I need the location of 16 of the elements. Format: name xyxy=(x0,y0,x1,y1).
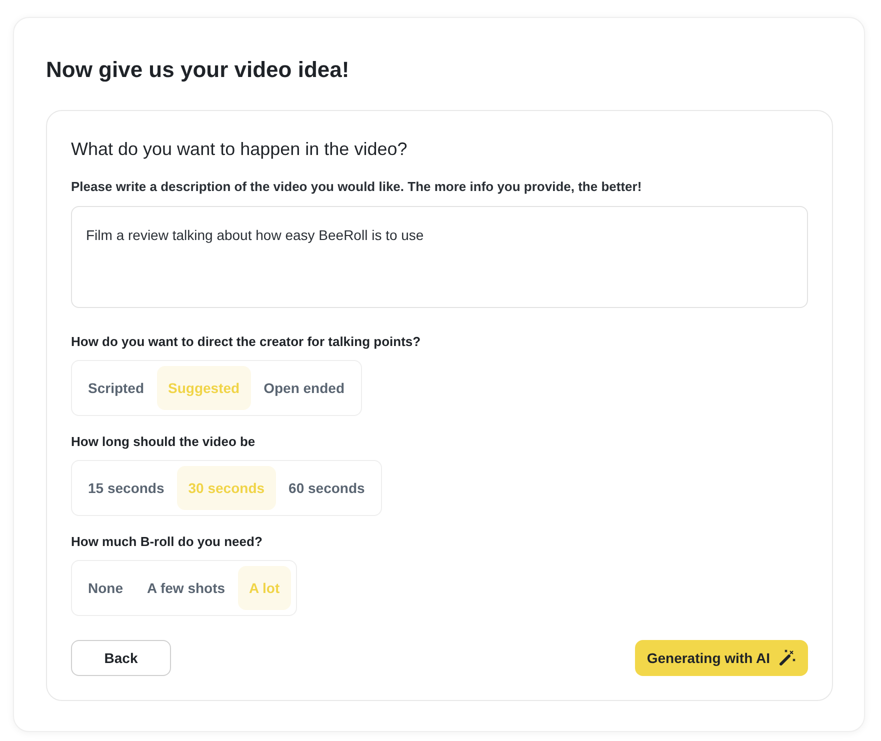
option-button[interactable]: 60 seconds xyxy=(278,466,376,510)
description-label: Please write a description of the video you would like. The more info you provide, the better! xyxy=(71,178,643,196)
section-heading: What do you want to happen in the video? xyxy=(71,138,408,161)
magic-wand-icon xyxy=(778,649,796,667)
option-button[interactable]: None xyxy=(77,566,134,610)
question-label: How much B-roll do you need? xyxy=(71,533,264,551)
description-field[interactable]: Film a review talking about how easy BeeRoll is to use xyxy=(71,206,808,308)
generate-button[interactable]: Generating with AI xyxy=(634,640,808,676)
option-button[interactable]: Open ended xyxy=(252,366,356,410)
question-label: How long should the video be xyxy=(71,433,256,451)
option-button[interactable]: Scripted xyxy=(77,366,156,410)
page-title: Now give us your video idea! xyxy=(46,56,350,84)
option-button[interactable]: A few shots xyxy=(136,566,236,610)
back-button[interactable]: Back xyxy=(71,640,171,676)
question-label: How do you want to direct the creator for talking points? xyxy=(71,333,422,351)
option-button[interactable]: 15 seconds xyxy=(77,466,176,510)
